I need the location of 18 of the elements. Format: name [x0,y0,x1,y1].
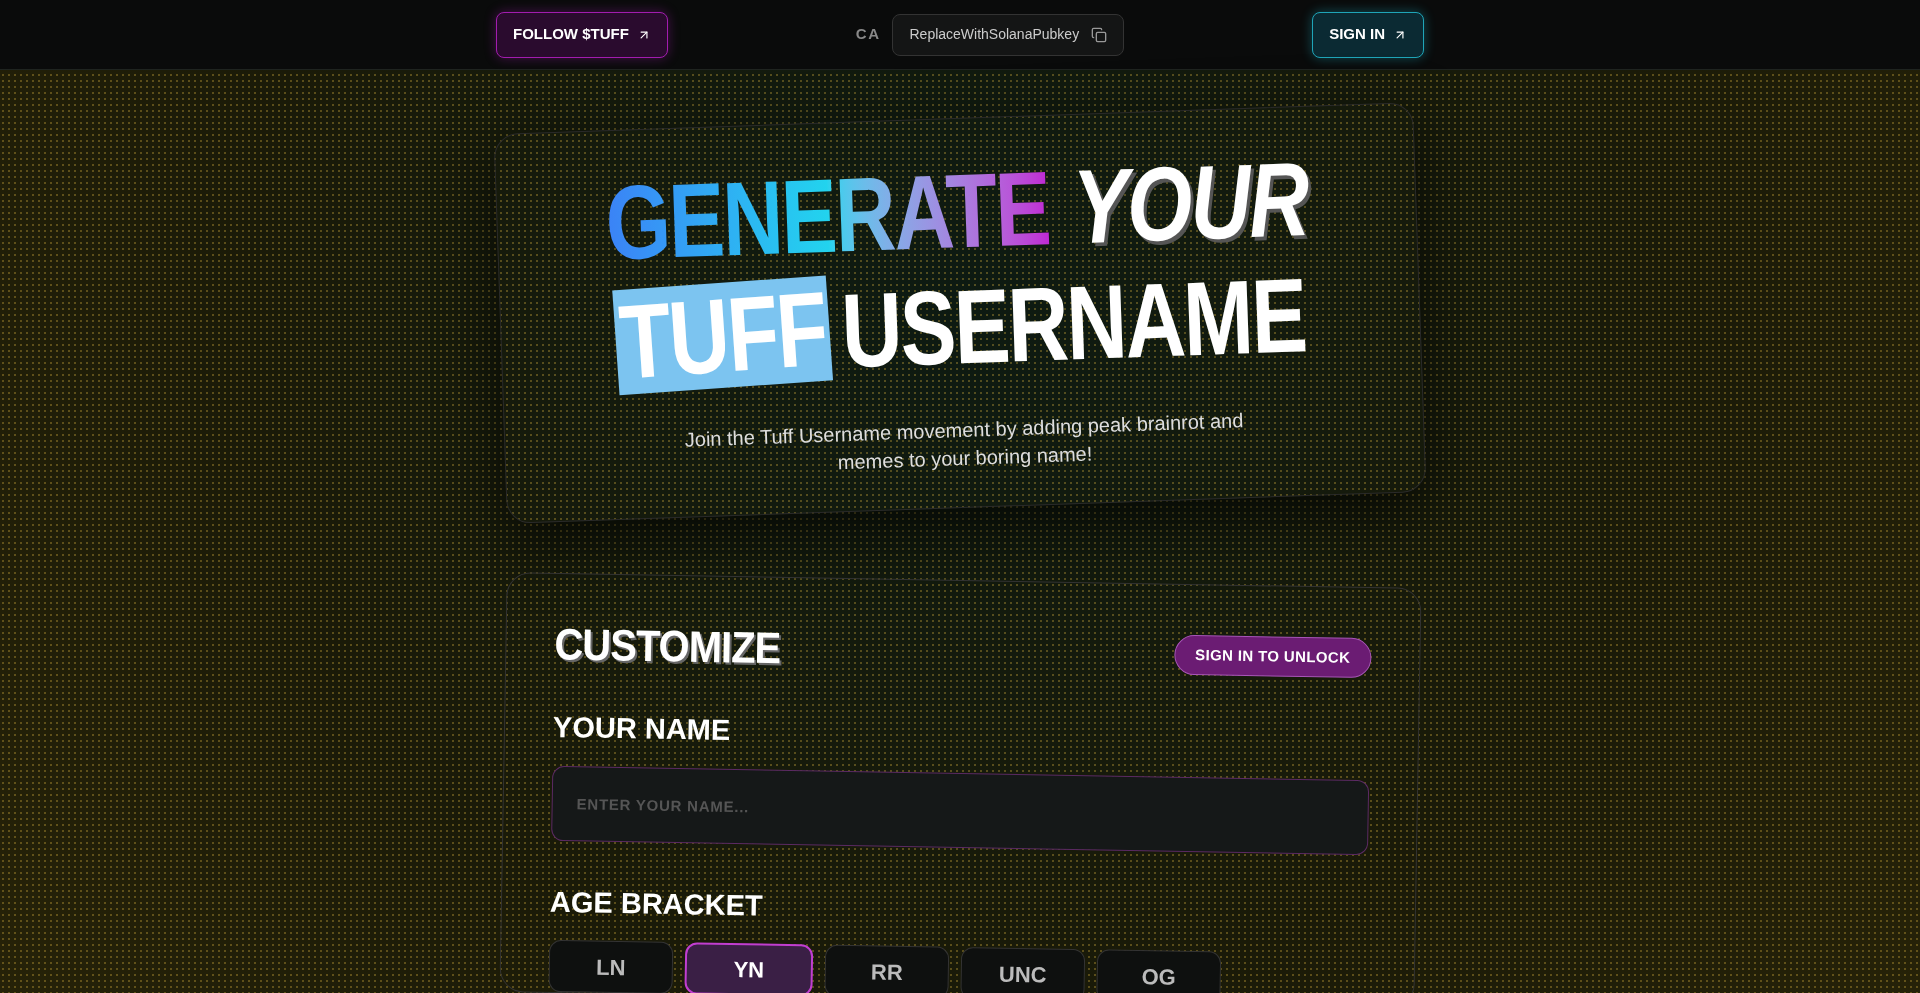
hero-subtitle: Join the Tuff Username movement by adding peak brainrot and memes to your boring name! [683,408,1245,475]
age-option[interactable]: YN [683,942,813,993]
name-label: YOUR NAME [552,709,732,748]
title-word: YOUR [1071,146,1310,260]
name-input-field[interactable]: ENTER YOUR NAME... [550,765,1369,855]
copy-icon[interactable] [1091,26,1108,43]
contract-address-field[interactable]: ReplaceWithSolanaPubkey [892,13,1125,56]
age-label: AGE BRACKET [549,884,764,924]
ca-label: CA [855,24,881,45]
age-option[interactable]: LN [547,939,673,993]
age-option[interactable]: UNC [959,947,1085,993]
unlock-button[interactable]: SIGN IN TO UNLOCK [1173,634,1372,679]
title-word: TUFF [612,275,834,396]
age-option[interactable]: OG [1095,949,1221,993]
follow-button[interactable]: FOLLOW $TUFF [496,11,668,58]
customize-title: CUSTOMIZE [553,618,781,675]
age-option[interactable]: RR [823,944,949,993]
sign-in-button[interactable]: SIGN IN [1312,11,1424,58]
